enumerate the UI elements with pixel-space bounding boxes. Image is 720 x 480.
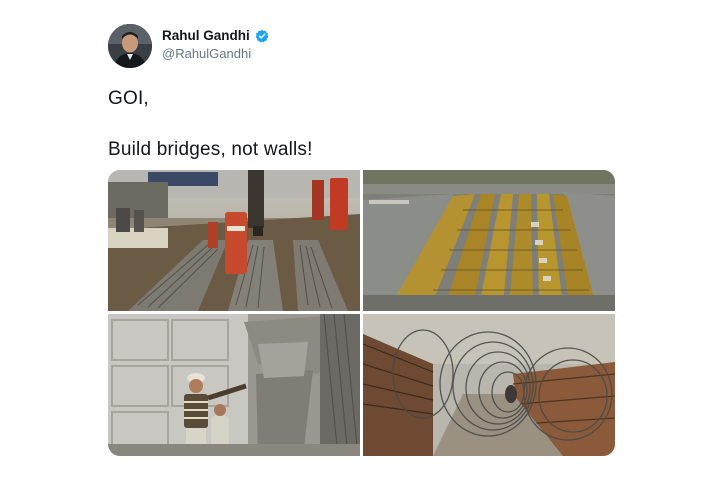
tweet-text-line-1: GOI, — [108, 88, 149, 109]
barbed-wire-barricade-photo-icon — [363, 314, 615, 456]
aerial-barricades-photo-icon — [363, 170, 615, 311]
avatar[interactable] — [108, 24, 152, 68]
tweet-text-line-2: Build bridges, not walls! — [108, 139, 313, 160]
tweet-card: Rahul Gandhi @RahulGandhi GOI, Build bri… — [0, 0, 720, 480]
media-photo-2[interactable] — [363, 170, 615, 311]
media-grid — [108, 170, 615, 456]
cement-wall-construction-photo-icon — [108, 314, 360, 456]
author-name-row: Rahul Gandhi — [162, 28, 269, 43]
media-photo-3[interactable] — [108, 314, 360, 456]
display-name[interactable]: Rahul Gandhi — [162, 28, 250, 43]
profile-photo-icon — [108, 24, 152, 68]
verified-badge-icon — [255, 29, 269, 43]
media-photo-4[interactable] — [363, 314, 615, 456]
road-with-nails-photo-icon — [108, 170, 360, 311]
handle[interactable]: @RahulGandhi — [162, 46, 251, 61]
media-photo-1[interactable] — [108, 170, 360, 311]
